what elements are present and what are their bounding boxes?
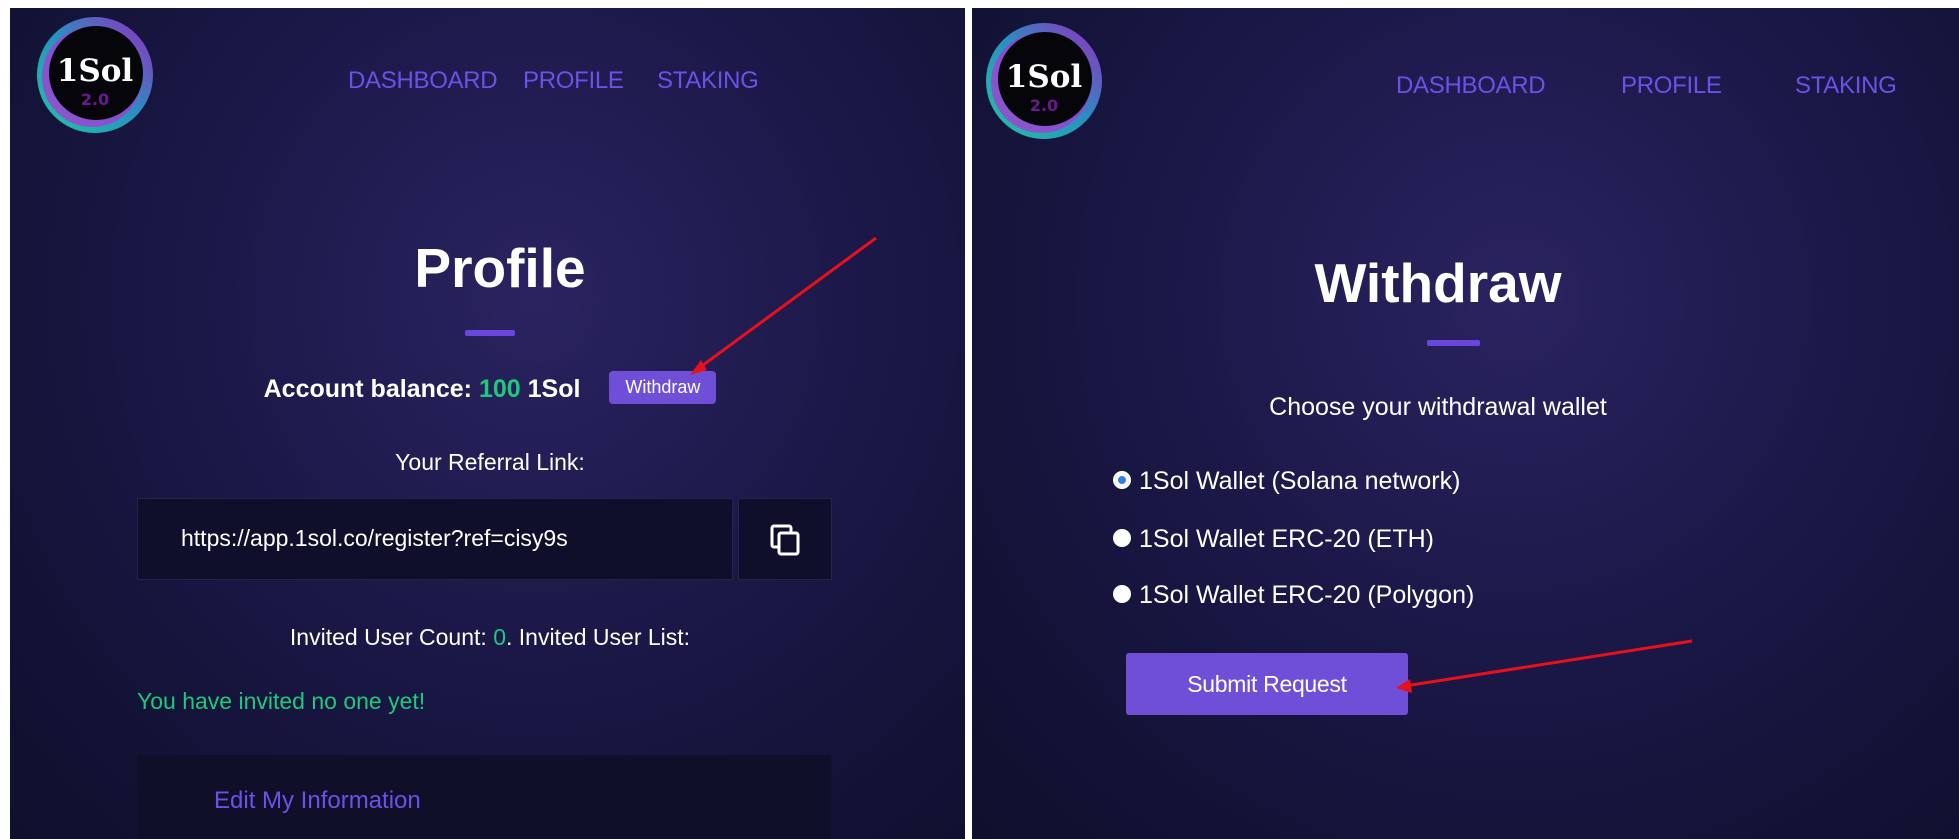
nav-dashboard[interactable]: DASHBOARD: [1396, 72, 1546, 100]
invited-count: 0: [493, 624, 506, 650]
logo-subtext: 2.0: [80, 90, 110, 109]
balance-value: 100: [478, 375, 521, 404]
wallet-option-label: 1Sol Wallet (Solana network): [1139, 467, 1461, 495]
balance-unit: 1Sol: [527, 375, 581, 404]
logo[interactable]: 1Sol 2.0: [30, 10, 160, 140]
title-underline: [1427, 340, 1480, 346]
withdraw-button[interactable]: Withdraw: [609, 371, 717, 404]
logo-text: 1Sol: [1005, 59, 1083, 95]
nav-staking[interactable]: STAKING: [657, 67, 759, 95]
edit-info-card: Edit My Information: [137, 755, 831, 839]
account-balance: Account balance: 100 1Sol Withdraw: [0, 371, 980, 407]
invite-empty-message: You have invited no one yet!: [137, 688, 426, 714]
nav-staking[interactable]: STAKING: [1795, 72, 1897, 100]
choose-wallet-label: Choose your withdrawal wallet: [1269, 393, 1607, 421]
copy-button[interactable]: [738, 498, 832, 580]
copy-icon: [770, 524, 800, 556]
nav-profile[interactable]: PROFILE: [523, 67, 624, 95]
referral-link-field[interactable]: https://app.1sol.co/register?ref=cisy9s: [137, 498, 733, 580]
radio-selected-icon[interactable]: [1113, 471, 1131, 490]
nav-dashboard[interactable]: DASHBOARD: [348, 67, 498, 95]
invited-user-info: Invited User Count: 0. Invited User List…: [0, 624, 980, 651]
balance-label: Account balance:: [263, 375, 472, 404]
radio-unselected-icon[interactable]: [1113, 585, 1131, 604]
logo-subtext: 2.0: [1029, 96, 1059, 115]
wallet-option-eth[interactable]: 1Sol Wallet ERC-20 (ETH): [1113, 525, 1434, 554]
nav-profile[interactable]: PROFILE: [1621, 72, 1722, 100]
wallet-option-label: 1Sol Wallet ERC-20 (Polygon): [1139, 581, 1475, 609]
page-title: Profile: [414, 237, 586, 299]
logo-text: 1Sol: [56, 53, 134, 89]
withdraw-panel: 1Sol 2.0 DASHBOARD PROFILE STAKING Withd…: [972, 8, 1959, 839]
wallet-option-polygon[interactable]: 1Sol Wallet ERC-20 (Polygon): [1113, 581, 1474, 610]
logo[interactable]: 1Sol 2.0: [979, 16, 1109, 146]
page-title: Withdraw: [1314, 252, 1562, 314]
wallet-option-label: 1Sol Wallet ERC-20 (ETH): [1139, 525, 1434, 553]
invited-count-label: Invited User Count:: [289, 624, 487, 650]
wallet-option-solana[interactable]: 1Sol Wallet (Solana network): [1113, 467, 1460, 496]
radio-unselected-icon[interactable]: [1113, 529, 1131, 548]
referral-label: Your Referral Link:: [395, 449, 585, 475]
referral-url: https://app.1sol.co/register?ref=cisy9s: [181, 525, 568, 551]
title-underline: [465, 330, 515, 336]
submit-request-button[interactable]: Submit Request: [1126, 653, 1408, 715]
edit-my-information-link[interactable]: Edit My Information: [214, 787, 421, 815]
invited-list-label: . Invited User List:: [505, 624, 691, 650]
